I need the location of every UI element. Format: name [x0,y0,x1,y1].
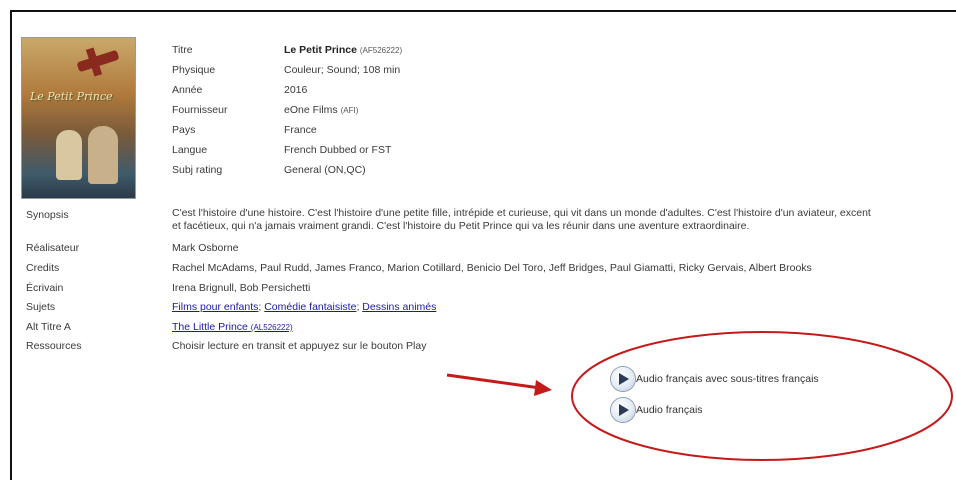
credits-label: Credits [26,262,60,274]
detail-label: Titre [172,44,193,56]
sujet-separator: ; [258,301,262,313]
play-option-label[interactable]: Audio français avec sous-titres français [636,373,819,385]
detail-value: 2016 [284,84,308,96]
sujet-link[interactable]: Films pour enfants [172,301,258,313]
play-option-label[interactable]: Audio français [636,404,703,416]
sujets-label: Sujets [26,301,56,313]
play-icon [619,404,629,416]
play-icon [619,373,629,385]
alt-titre-link[interactable]: The Little Prince (AL526222) [172,321,293,333]
detail-label: Langue [172,144,208,156]
detail-value: General (ON,QC) [284,164,366,176]
play-button[interactable] [611,367,635,391]
ecrivain-label: Écrivain [26,282,64,294]
ressources-label: Ressources [26,340,82,352]
detail-value: French Dubbed or FST [284,144,392,156]
credits-value: Rachel McAdams, Paul Rudd, James Franco,… [172,262,812,274]
alt-titre-value: The Little Prince (AL526222) [172,319,293,335]
detail-label: Fournisseur [172,104,228,116]
synopsis-line-2: et facétieux, qui n'a jamais vraiment gr… [172,220,750,232]
sujet-link[interactable]: Dessins animés [362,301,436,313]
poster-title: Le Petit Prince [30,90,113,103]
sujet-link[interactable]: Comédie fantaisiste [264,301,356,313]
synopsis-line-1: C'est l'histoire d'une histoire. C'est l… [172,207,871,219]
ressources-value: Choisir lecture en transit et appuyez su… [172,340,427,352]
detail-label: Pays [172,124,196,136]
sujets-links: Films pour enfants; Comédie fantaisiste;… [172,299,436,315]
alt-titre-label: Alt Titre A [26,321,71,333]
detail-value: France [284,124,317,136]
poster-aviator-figure [88,126,118,184]
detail-value-title: Le Petit Prince (AF526222) [284,44,403,56]
sujet-separator: ; [356,301,360,313]
poster-girl-figure [56,130,82,180]
realisateur-value: Mark Osborne [172,242,239,254]
content-frame [10,10,956,480]
synopsis-label: Synopsis [26,209,69,221]
play-button[interactable] [611,398,635,422]
movie-poster: Le Petit Prince [22,38,135,198]
ecrivain-value: Irena Brignull, Bob Persichetti [172,282,311,294]
detail-value: eOne Films (AFI) [284,104,359,116]
detail-label: Physique [172,64,216,76]
realisateur-label: Réalisateur [26,242,80,254]
detail-value: Couleur; Sound; 108 min [284,64,401,76]
detail-label: Année [172,84,203,96]
detail-label: Subj rating [172,164,223,176]
